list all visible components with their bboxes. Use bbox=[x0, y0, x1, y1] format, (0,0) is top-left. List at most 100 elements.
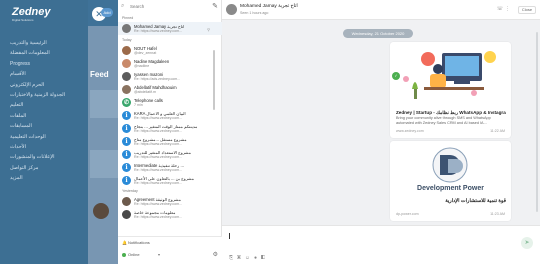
chat-item[interactable]: معلومات مجموعة خاصة Re: https://www.zedn… bbox=[118, 208, 222, 221]
search-icon: ⌕ bbox=[121, 3, 125, 9]
chat-item[interactable]: i Intermediate رحلة تنفيذية ... Re: http… bbox=[118, 161, 222, 174]
chat-preview: @abdellatif.m bbox=[134, 89, 157, 94]
avatar bbox=[122, 196, 131, 206]
chat-item[interactable]: i مشروع الاستعداد المتغير للتدريب Re: ht… bbox=[118, 148, 222, 161]
gif-icon[interactable]: ◧ bbox=[261, 255, 269, 261]
chat-preview: Re: https://www.zedney.com... bbox=[134, 115, 183, 120]
chat-preview: Re: https://www.zedney.com... bbox=[134, 28, 183, 33]
online-status-dot bbox=[122, 253, 126, 257]
link-url[interactable]: www.zedney.com bbox=[396, 129, 424, 133]
menu-item[interactable]: الأقسام bbox=[0, 69, 88, 79]
menu-item[interactable]: الرئيسية والتدريب bbox=[0, 38, 88, 48]
chat-name: Mohamed Jamay اتاح تجربة bbox=[134, 23, 185, 29]
conversation-panel: Mohamed Jamay اتاح تجربة Seen 1 hours ag… bbox=[222, 0, 540, 264]
info-icon: i bbox=[122, 175, 131, 185]
avatar bbox=[122, 71, 131, 81]
contact-status: Seen 1 hours ago bbox=[240, 11, 269, 15]
chevron-down-icon[interactable]: ▾ bbox=[158, 252, 160, 257]
menu-item[interactable]: التعليم bbox=[0, 100, 88, 110]
message-composer[interactable]: ⎘▣☺●◧ ➤ bbox=[222, 225, 540, 264]
brand-name: Development Power bbox=[417, 185, 484, 192]
chat-name: Nadine Magdaleen bbox=[134, 58, 170, 64]
chat-name: Agreement مشروع الوثيقة bbox=[134, 196, 182, 202]
chat-item[interactable]: i مدينتكم ممتاز الوقت المتغير ... بنجاح … bbox=[118, 122, 222, 135]
chat-name: NOUT Hafel bbox=[134, 45, 157, 51]
avatar bbox=[122, 209, 131, 219]
image-icon[interactable]: ▣ bbox=[237, 255, 245, 261]
header-actions: ☏⋮ bbox=[497, 6, 512, 12]
conversation-scrollbar[interactable] bbox=[536, 32, 538, 212]
pin-icon: ⚲ bbox=[207, 27, 210, 32]
menu-item[interactable]: الملفات bbox=[0, 111, 88, 121]
more-icon[interactable]: ⋮ bbox=[505, 6, 512, 12]
message-time: 11:22 AM bbox=[490, 129, 505, 133]
attach-icon[interactable]: ⎘ bbox=[229, 255, 237, 261]
composer-tools: ⎘▣☺●◧ bbox=[229, 255, 269, 261]
chat-preview: 7 min bbox=[134, 102, 143, 107]
chat-item[interactable]: Agreement مشروع الوثيقة Re: https://www.… bbox=[118, 195, 222, 208]
app-logo: Zedney Digital Solutions bbox=[12, 6, 51, 22]
menu-item[interactable]: الحرم الإلكتروني bbox=[0, 80, 88, 90]
chat-name: معلومات مجموعة خاصة bbox=[134, 209, 176, 215]
chat-name: Telephone calls bbox=[134, 97, 163, 103]
info-icon: i bbox=[122, 123, 131, 133]
close-button[interactable]: Close bbox=[518, 6, 536, 14]
section-label: Pinned bbox=[122, 16, 134, 20]
emoji-icon[interactable]: ☺ bbox=[245, 255, 254, 261]
chat-item[interactable]: Abdellatif Mahdhaouim @abdellatif.m bbox=[118, 83, 222, 96]
chat-list-scrollbar[interactable] bbox=[213, 50, 215, 110]
chat-item[interactable]: i مشروع مستقل ...مشروع متاح Re: https://… bbox=[118, 135, 222, 148]
chat-preview: @dev_zennat bbox=[134, 50, 157, 55]
link-url[interactable]: dp-power.com bbox=[396, 212, 419, 216]
avatar bbox=[226, 4, 237, 15]
chat-preview: Re: https://ads.zedney.com... bbox=[134, 76, 181, 81]
message-bubble[interactable]: ✓ Zedney | Startup - ربط نظامك WhatsApp … bbox=[390, 42, 511, 138]
chat-item[interactable]: i KARA البيان العلمي و الاعمال Re: https… bbox=[118, 109, 222, 122]
chat-list-footer: 🔔 Notifications Online ▾ ⚙ bbox=[118, 236, 222, 264]
avatar bbox=[122, 23, 131, 33]
feed-card bbox=[90, 90, 118, 118]
menu-item[interactable]: الجدولة الزمنية والاختبارات bbox=[0, 90, 88, 100]
chat-item[interactable]: Iyassen mazoni Re: https://ads.zedney.co… bbox=[118, 70, 222, 83]
avatar bbox=[122, 84, 131, 94]
section-label: Yesterday bbox=[122, 189, 138, 193]
send-icon[interactable]: ➤ bbox=[521, 237, 533, 249]
menu-item[interactable]: المعلومات المفضلة bbox=[0, 48, 88, 58]
message-time: 11:23 AM bbox=[490, 212, 505, 216]
development-power-logo bbox=[432, 147, 468, 183]
link-description: Bring your community alive through SMS a… bbox=[396, 116, 491, 125]
date-separator: Wednesday, 21 October 2020 bbox=[343, 29, 413, 38]
contact-name[interactable]: Mohamed Jamay اتاح تجربة bbox=[240, 4, 298, 9]
menu-item[interactable]: الأحداث bbox=[0, 142, 88, 152]
text-cursor bbox=[229, 233, 230, 239]
chat-name: مدينتكم ممتاز الوقت المتغير ... بنجاح bbox=[134, 123, 198, 129]
chat-item[interactable]: NOUT Hafel @dev_zennat bbox=[118, 44, 222, 57]
phone-icon: ✆ bbox=[122, 97, 131, 107]
menu-item[interactable]: Progress bbox=[0, 59, 88, 69]
avatar bbox=[122, 58, 131, 68]
section-label: Today bbox=[122, 38, 132, 42]
menu-item[interactable]: الوحدات التعليمية bbox=[0, 132, 88, 142]
chat-item[interactable]: ✆ Telephone calls 7 min bbox=[118, 96, 222, 109]
search-input[interactable] bbox=[130, 3, 206, 10]
gear-icon[interactable]: ⚙ bbox=[213, 251, 218, 258]
chat-item[interactable]: Nadine Magdaleen @nadiine bbox=[118, 57, 222, 70]
link-title[interactable]: قوة تنمية للاستشارات الإدارية bbox=[396, 198, 506, 204]
chat-name: مشروع الاستعداد المتغير للتدريب bbox=[134, 149, 192, 155]
call-icon[interactable]: ☏ bbox=[497, 6, 505, 12]
chat-item[interactable]: Mohamed Jamay اتاح تجربة Re: https://www… bbox=[118, 22, 222, 35]
background-menu: الرئيسية والتدريب المعلومات المفضلة Prog… bbox=[0, 38, 88, 183]
message-bubble[interactable]: Development Power قوة تنمية للاستشارات ا… bbox=[390, 141, 511, 221]
status-select[interactable]: Online bbox=[128, 252, 140, 257]
notifications-toggle[interactable]: Notifications bbox=[128, 240, 150, 245]
compose-icon[interactable]: ✎ bbox=[211, 3, 219, 11]
menu-item[interactable]: الإعلانات والمنشورات bbox=[0, 152, 88, 162]
chat-name: مشروع بن ... بالتعاون على الأعمال bbox=[134, 175, 195, 181]
info-icon: i bbox=[122, 136, 131, 146]
menu-item[interactable]: المزيد bbox=[0, 173, 88, 183]
menu-item[interactable]: مركز التواصل bbox=[0, 163, 88, 173]
chat-item[interactable]: i مشروع بن ... بالتعاون على الأعمال Re: … bbox=[118, 174, 222, 187]
mic-icon[interactable]: ● bbox=[254, 255, 261, 261]
add-button[interactable]: Add bbox=[101, 8, 113, 17]
menu-item[interactable]: المسابقات bbox=[0, 121, 88, 131]
